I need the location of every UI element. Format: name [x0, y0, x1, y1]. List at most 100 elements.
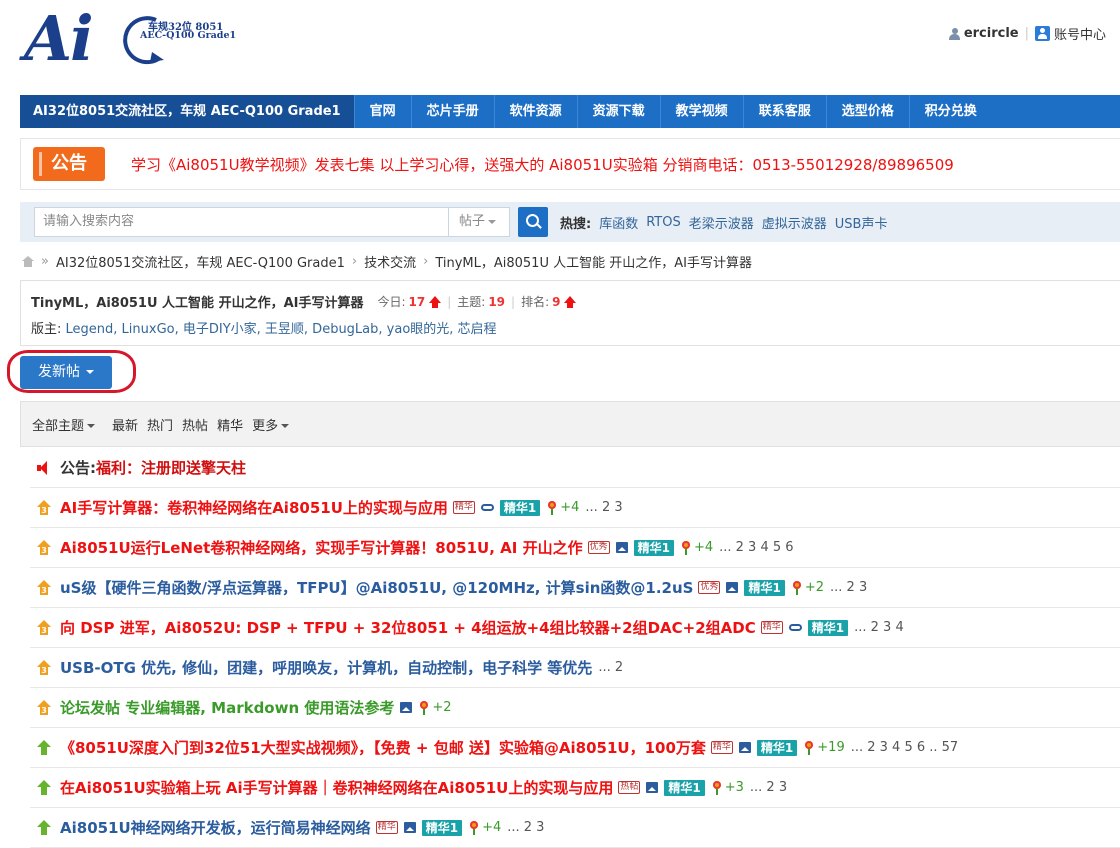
thread-row[interactable]: USB-OTG 优先, 修仙，团建，呼朋唤友，计算机，自动控制，电子科学 等优先…	[30, 648, 1120, 688]
moderators-list[interactable]: Legend, LinuxGo, 电子DIY小家, 王昱顺, DebugLab,…	[66, 322, 497, 337]
nav-item-support[interactable]: 联系客服	[742, 95, 826, 128]
filter-all-label: 全部主题	[32, 418, 85, 434]
thread-pages[interactable]: ... 2 3	[830, 580, 867, 595]
thread-pages[interactable]: ... 2 3	[750, 780, 787, 795]
highlight-circle	[7, 350, 136, 393]
rating-count: +4	[693, 540, 714, 555]
filter-digest[interactable]: 精华	[217, 415, 243, 434]
thread-pages[interactable]: ... 2 3	[585, 500, 622, 515]
nav-home[interactable]: AI32位8051交流社区，车规 AEC-Q100 Grade1	[20, 95, 354, 128]
thread-row[interactable]: uS级【硬件三角函数/浮点运算器，TFPU】@Ai8051U, @120MHz,…	[30, 568, 1120, 608]
notice-text[interactable]: 学习《Ai8051U教学视频》发表七集 以上学习心得，送强大的 Ai8051U实…	[131, 154, 954, 175]
search-type-select[interactable]: 帖子	[448, 207, 510, 237]
nav-item-pricing[interactable]: 选型价格	[825, 95, 909, 128]
thread-pages[interactable]: ... 2	[598, 660, 623, 675]
announcement-title[interactable]: 福利：注册即送擎天柱	[96, 457, 246, 478]
digest-badge: 精华1	[421, 819, 463, 836]
image-icon	[400, 702, 413, 713]
image-icon	[738, 742, 751, 753]
hot-search-label: 热搜:	[560, 216, 592, 232]
thread-title[interactable]: uS级【硬件三角函数/浮点运算器，TFPU】@Ai8051U, @120MHz,…	[60, 577, 693, 598]
thread-row[interactable]: Ai8051U神经网络开发板，运行简易神经网络 精华 精华1 +4 ... 2 3	[30, 808, 1120, 848]
thread-pages[interactable]: ... 2 3	[507, 820, 544, 835]
nav-item-official[interactable]: 官网	[353, 95, 411, 128]
thread-row[interactable]: Ai8051U运行LeNet卷积神经网络，实现手写计算器！8051U, AI 开…	[30, 528, 1120, 568]
search-button[interactable]	[518, 207, 548, 237]
nav-item-points[interactable]: 积分兑换	[908, 95, 992, 128]
thread-title[interactable]: 论坛发帖 专业编辑器, Markdown 使用语法参考	[60, 697, 394, 718]
nav-item-videos[interactable]: 教学视频	[659, 95, 743, 128]
thread-title[interactable]: Ai8051U运行LeNet卷积神经网络，实现手写计算器！8051U, AI 开…	[60, 537, 583, 558]
thread-title[interactable]: USB-OTG 优先, 修仙，团建，呼朋唤友，计算机，自动控制，电子科学 等优先	[60, 657, 592, 678]
notice-badge: 公告	[33, 147, 105, 181]
thread-title[interactable]: 在Ai8051U实验箱上玩 Ai手写计算器｜卷积神经网络在Ai8051U上的实现…	[60, 777, 613, 798]
nav-item-downloads[interactable]: 资源下载	[576, 95, 660, 128]
breadcrumb-community[interactable]: AI32位8051交流社区，车规 AEC-Q100 Grade1	[56, 252, 345, 271]
hot-search-link[interactable]: 库函数	[599, 213, 638, 232]
hot-search-link[interactable]: USB声卡	[835, 213, 888, 232]
filter-hot[interactable]: 热帖	[182, 415, 208, 434]
nav-item-software[interactable]: 软件资源	[493, 95, 577, 128]
username-link[interactable]: ercircle	[964, 26, 1019, 41]
digest-badge: 精华1	[744, 579, 785, 596]
site-logo[interactable]: Ai 车规32位 8051 AEC-Q100 Grade1	[24, 2, 244, 75]
search-type-label: 帖子	[459, 214, 486, 229]
thread-filter-bar: 全部主题 最新 热门 热帖 精华 更多	[20, 401, 1120, 447]
today-label: 今日:	[377, 295, 406, 309]
thread-status-icon	[37, 619, 52, 636]
rating-count: +4	[482, 820, 502, 835]
thread-title[interactable]: 《8051U深度入门到32位51大型实战视频》，【免费 + 包邮 送】实验箱@A…	[60, 737, 706, 758]
account-center-link[interactable]: 账号中心	[1054, 24, 1106, 43]
thread-row[interactable]: AI手写计算器：卷积神经网络在Ai8051U上的实现与应用精华 精华1 +4 ... …	[30, 488, 1120, 528]
stat-separator: |	[511, 294, 516, 309]
thread-pages[interactable]: ... 2 3 4	[854, 620, 904, 635]
filter-more-label: 更多	[252, 418, 279, 434]
thread-status-icon	[37, 739, 52, 756]
filter-more[interactable]: 更多	[252, 415, 290, 434]
digest-badge: 精华1	[499, 499, 541, 516]
hot-search-link[interactable]: RTOS	[646, 215, 681, 230]
user-panel: ercircle | 账号中心	[948, 24, 1106, 43]
digest-badge: 精华1	[633, 539, 674, 556]
breadcrumb-forum[interactable]: TinyML，Ai8051U 人工智能 开山之作，AI手写计算器	[435, 252, 752, 271]
nav-item-datasheet[interactable]: 芯片手册	[410, 95, 494, 128]
filter-popular[interactable]: 热门	[147, 415, 173, 434]
thread-row[interactable]: 论坛发帖 专业编辑器, Markdown 使用语法参考 +2	[30, 688, 1120, 728]
image-icon	[726, 582, 739, 593]
thread-row[interactable]: 《8051U深度入门到32位51大型实战视频》，【免费 + 包邮 送】实验箱@A…	[30, 728, 1120, 768]
breadcrumb-category[interactable]: 技术交流	[364, 252, 416, 271]
thread-pages[interactable]: ... 2 3 4 5 6	[719, 540, 793, 555]
thread-tag-badge: 优秀	[587, 541, 610, 554]
digest-badge: 精华1	[807, 619, 849, 636]
search-input[interactable]: 请输入搜索内容	[34, 207, 448, 237]
filter-latest[interactable]: 最新	[112, 415, 138, 434]
search-bar: 请输入搜索内容 帖子 热搜: 库函数 RTOS 老梁示波器 虚拟示波器 USB声…	[20, 202, 1120, 242]
digest-badge: 精华1	[664, 779, 705, 796]
thread-tag-badge: 精华	[452, 501, 475, 514]
rating-count: +2	[432, 700, 452, 715]
announcement-row[interactable]: 公告: 福利：注册即送擎天柱	[30, 448, 1120, 488]
filter-all[interactable]: 全部主题	[32, 415, 96, 434]
main-nav: AI32位8051交流社区，车规 AEC-Q100 Grade1 官网 芯片手册…	[20, 95, 1120, 128]
hot-search-link[interactable]: 虚拟示波器	[762, 213, 827, 232]
thread-pages[interactable]: ... 2 3 4 5 6 .. 57	[851, 740, 959, 755]
logo-tagline-2: AEC-Q100 Grade1	[140, 30, 237, 41]
user-icon	[948, 27, 960, 40]
thread-row[interactable]: 在Ai8051U实验箱上玩 Ai手写计算器｜卷积神经网络在Ai8051U上的实现…	[30, 768, 1120, 808]
thread-title[interactable]: 向 DSP 进军，Ai8052U: DSP + TFPU + 32位8051 +…	[60, 617, 756, 638]
home-icon[interactable]	[22, 256, 34, 267]
thread-title[interactable]: AI手写计算器：卷积神经网络在Ai8051U上的实现与应用	[60, 497, 448, 518]
chevron-down-icon	[488, 219, 497, 224]
thread-title[interactable]: Ai8051U神经网络开发板，运行简易神经网络	[60, 817, 371, 838]
breadcrumb: » AI32位8051交流社区，车规 AEC-Q100 Grade1 › 技术交…	[22, 252, 752, 271]
rating-count: +4	[560, 500, 580, 515]
stat-separator: |	[447, 294, 452, 309]
hot-search-link[interactable]: 老梁示波器	[689, 213, 754, 232]
flower-icon	[680, 540, 692, 555]
thread-tag-badge: 精华	[375, 821, 398, 834]
thread-status-icon	[37, 579, 52, 596]
thread-row[interactable]: 向 DSP 进军，Ai8052U: DSP + TFPU + 32位8051 +…	[30, 608, 1120, 648]
arrow-up-icon	[429, 295, 442, 308]
thread-tag-badge: 优秀	[698, 581, 721, 594]
flower-icon	[418, 700, 430, 715]
